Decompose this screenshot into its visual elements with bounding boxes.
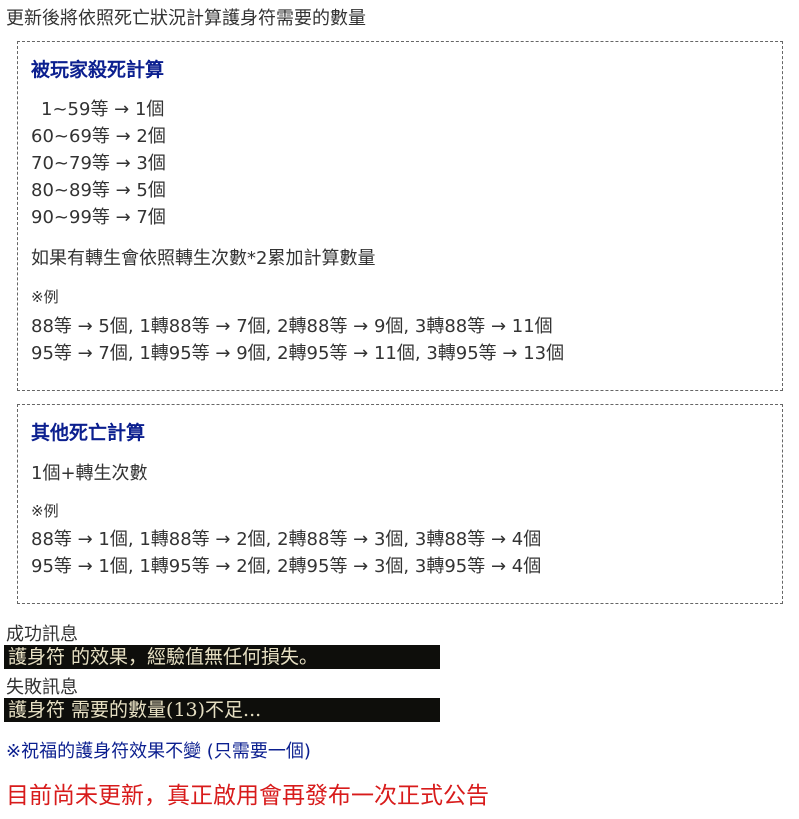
other-section-title: 其他死亡計算 — [31, 422, 146, 444]
success-label: 成功訊息 — [6, 624, 78, 645]
level-row: 1~59等 → 1個 — [41, 99, 165, 120]
intro-text: 更新後將依照死亡狀況計算護身符需要的數量 — [6, 8, 366, 29]
example-row: 88等 → 1個, 1轉88等 → 2個, 2轉88等 → 3個, 3轉88等 … — [31, 529, 542, 550]
update-notice: 目前尚未更新，真正啟用會再發布一次正式公告 — [6, 783, 489, 809]
fail-label: 失敗訊息 — [6, 677, 78, 698]
other-death-section: 其他死亡計算 1個+轉生次數 ※例 88等 → 1個, 1轉88等 → 2個, … — [17, 404, 783, 604]
success-message-screenshot: 護身符 的效果，經驗值無任何損失。 — [4, 645, 440, 669]
level-row: 60~69等 → 2個 — [31, 126, 166, 147]
level-row: 70~79等 → 3個 — [31, 153, 166, 174]
fail-message-screenshot: 護身符 需要的數量(13)不足... — [4, 698, 440, 722]
pk-death-section: 被玩家殺死計算 1~59等 → 1個 60~69等 → 2個 70~79等 → … — [17, 41, 783, 391]
rebirth-note: 如果有轉生會依照轉生次數*2累加計算數量 — [31, 248, 376, 269]
pk-section-title: 被玩家殺死計算 — [31, 59, 165, 81]
other-rule: 1個+轉生次數 — [31, 463, 148, 484]
level-row: 80~89等 → 5個 — [31, 180, 166, 201]
example-row: 95等 → 7個, 1轉95等 → 9個, 2轉95等 → 11個, 3轉95等… — [31, 343, 565, 364]
blessed-note: ※祝福的護身符效果不變 (只需要一個) — [6, 741, 311, 762]
example-label: ※例 — [31, 502, 59, 520]
example-label: ※例 — [31, 288, 59, 306]
example-row: 95等 → 1個, 1轉95等 → 2個, 2轉95等 → 3個, 3轉95等 … — [31, 556, 542, 577]
example-row: 88等 → 5個, 1轉88等 → 7個, 2轉88等 → 9個, 3轉88等 … — [31, 316, 553, 337]
level-row: 90~99等 → 7個 — [31, 207, 166, 228]
